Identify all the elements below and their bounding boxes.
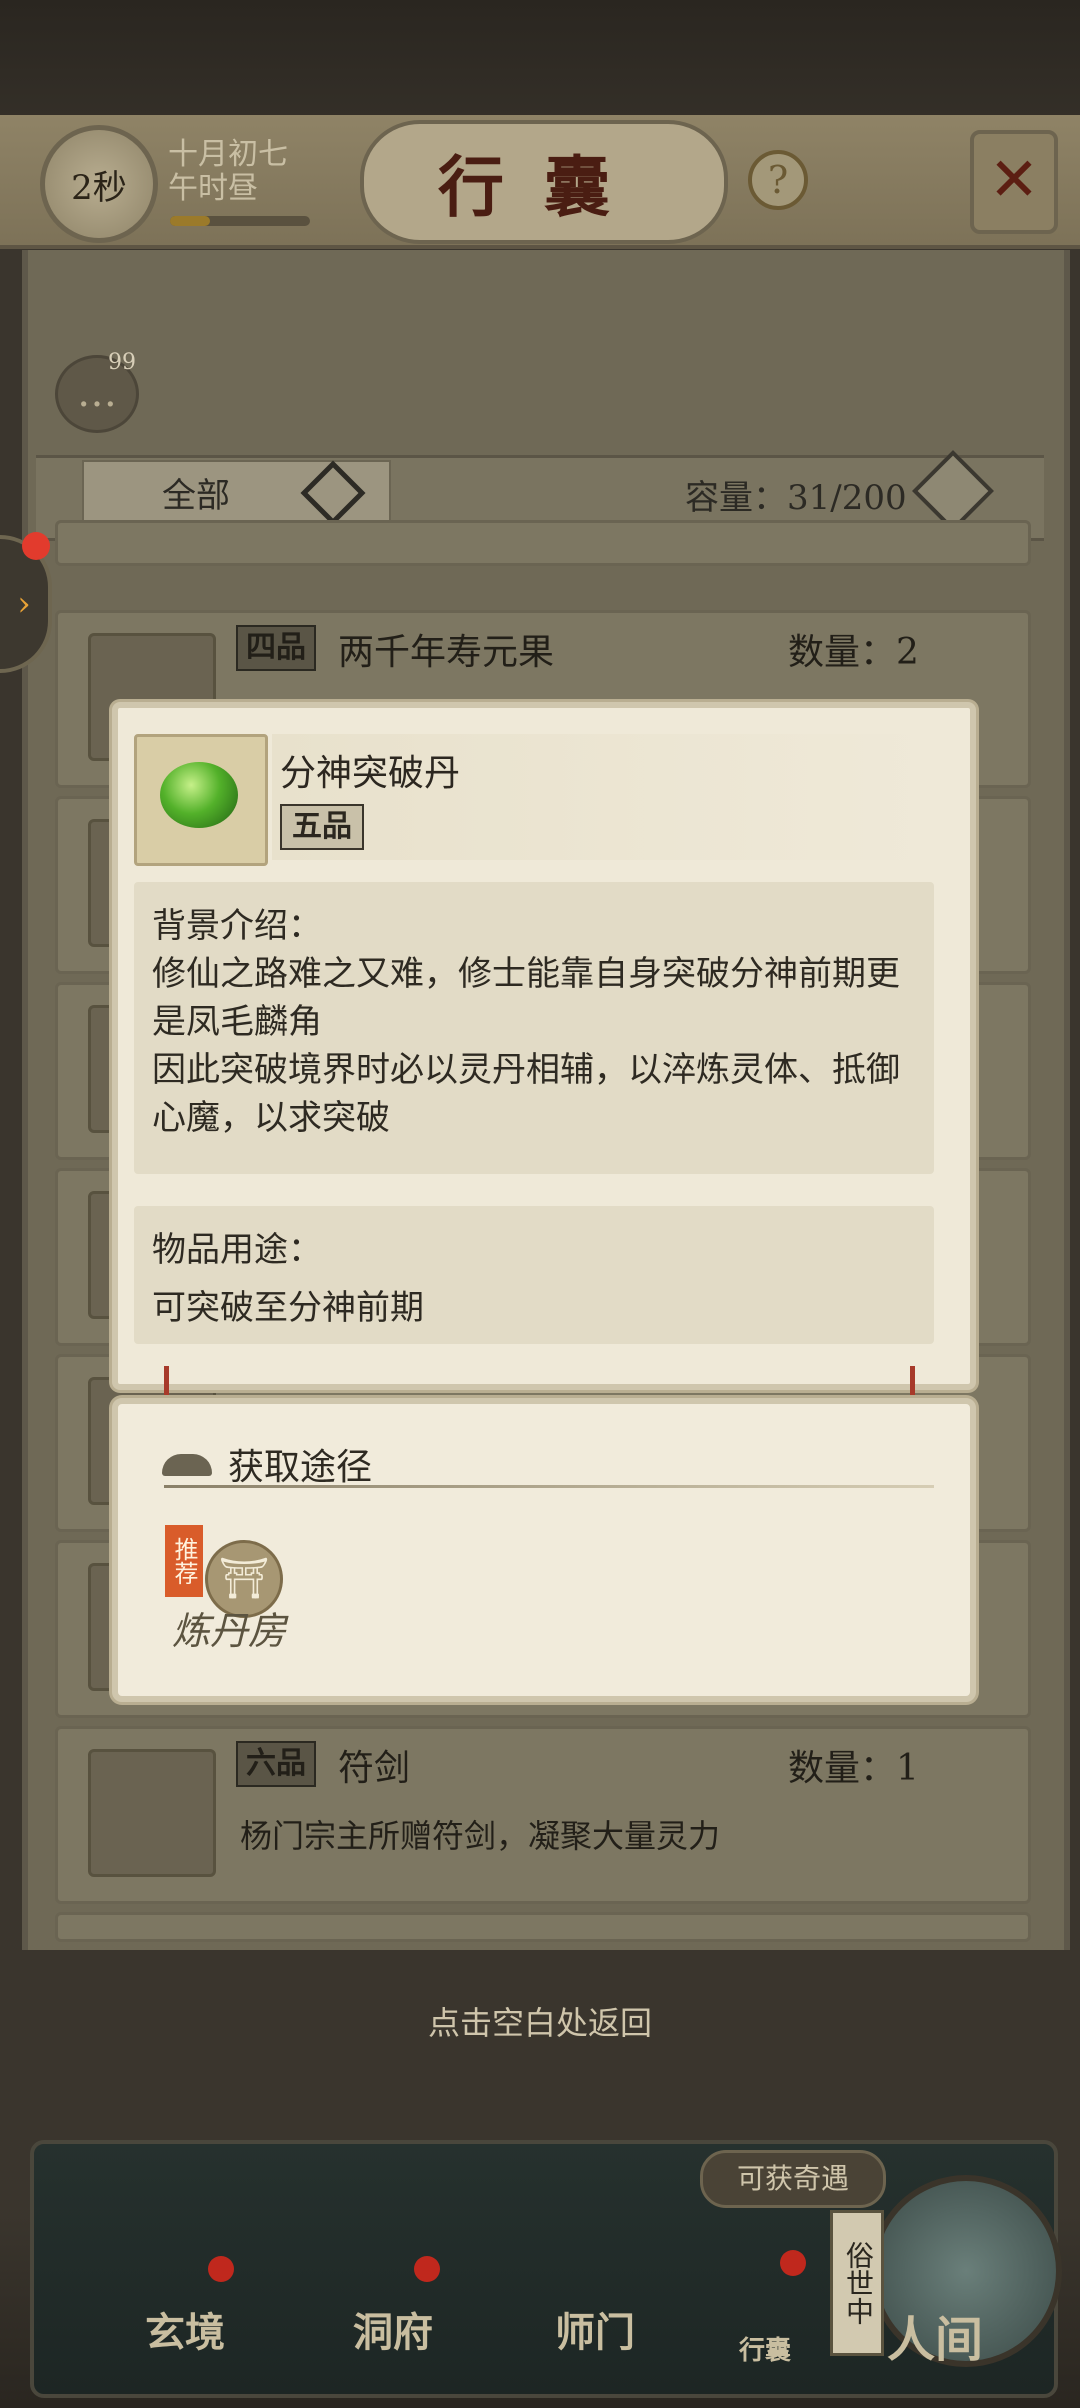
- usage-title: 物品用途：: [152, 1230, 322, 1270]
- item-quantity: 数量：2: [788, 632, 919, 673]
- item-name: 两千年寿元果: [338, 632, 555, 673]
- nav-xingnang[interactable]: 行囊: [690, 2330, 840, 2367]
- chat-count-badge: 99: [108, 350, 136, 375]
- help-icon[interactable]: ?: [748, 150, 808, 210]
- item-grade: 四品: [236, 625, 316, 671]
- page-title: 行囊: [360, 120, 728, 244]
- time-progress-fill: [170, 216, 210, 226]
- close-button[interactable]: ✕: [970, 130, 1058, 234]
- date-line2: 午时昼: [168, 171, 258, 206]
- list-item[interactable]: 六品 符剑 数量：1 杨门宗主所赠符剑，凝聚大量灵力: [55, 1726, 1031, 1904]
- usage-text: 可突破至分神前期: [152, 1288, 424, 1328]
- recommend-badge: 推荐: [165, 1525, 203, 1597]
- notification-dot: [22, 532, 50, 560]
- item-grade: 六品: [236, 1741, 316, 1787]
- notification-dot: [414, 2256, 440, 2282]
- list-item[interactable]: [55, 520, 1031, 566]
- notification-dot: [780, 2250, 806, 2276]
- source-title: 获取途径: [228, 1447, 373, 1488]
- chevron-down-icon: [300, 460, 366, 526]
- secular-tag: 俗世中: [830, 2210, 884, 2356]
- item-description: 杨门宗主所赠符剑，凝聚大量灵力: [240, 1817, 721, 1855]
- item-quantity: 数量：1: [788, 1748, 919, 1789]
- background-text: 修仙之路难之又难，修士能靠自身突破分神前期更是凤毛麟角 因此突破境界时必以灵丹相…: [152, 954, 900, 1138]
- pill-icon: [160, 762, 238, 828]
- nav-xuanjing[interactable]: 玄境: [110, 2300, 260, 2358]
- background-title: 背景介绍：: [152, 906, 322, 946]
- nav-dongfu[interactable]: 洞府: [318, 2300, 468, 2358]
- date-line1: 十月初七: [168, 137, 288, 172]
- item-name: 符剑: [338, 1748, 411, 1789]
- timer-badge: 2秒: [40, 125, 158, 243]
- source-place-label[interactable]: 炼丹房: [172, 1600, 286, 1655]
- list-item[interactable]: [55, 1912, 1031, 1942]
- return-hint[interactable]: 点击空白处返回: [0, 1998, 1080, 2044]
- divider: [164, 1485, 934, 1488]
- detail-item-name: 分神突破丹: [280, 753, 461, 794]
- capacity-label: 容量：31/200: [685, 478, 907, 518]
- event-tag[interactable]: 可获奇遇: [700, 2150, 886, 2208]
- game-date: 十月初七 午时昼: [168, 138, 288, 206]
- nav-shimen[interactable]: 师门: [520, 2300, 670, 2358]
- sword-icon: [88, 1749, 216, 1877]
- notification-dot: [208, 2256, 234, 2282]
- hat-icon: [162, 1454, 212, 1476]
- detail-item-grade: 五品: [280, 804, 364, 850]
